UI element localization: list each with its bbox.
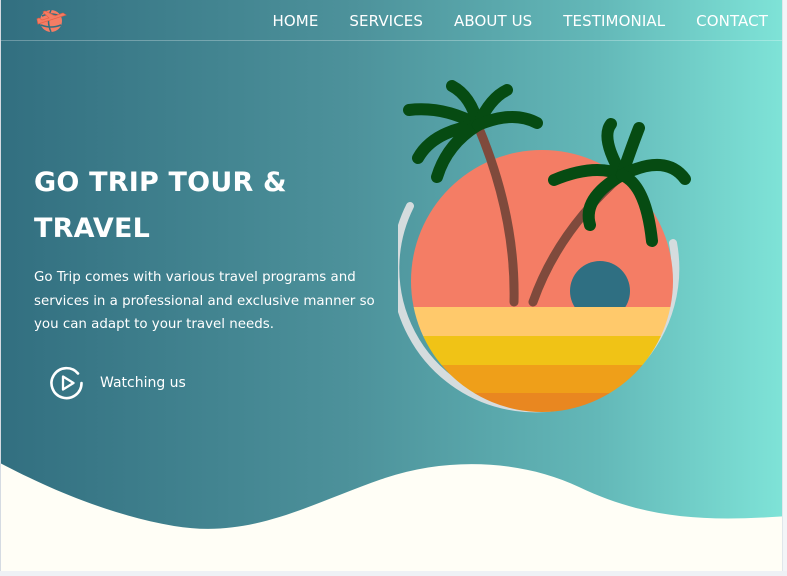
hero-section: HOME SERVICES ABOUT US TESTIMONIAL CONTA… [0,0,787,576]
window-bottom-border [0,571,787,576]
nav-services-link[interactable]: SERVICES [349,12,423,30]
hero-title: GO TRIP TOUR & TRAVEL [34,167,287,244]
nav-about-us-link[interactable]: ABOUT US [454,12,532,30]
page: HOME SERVICES ABOUT US TESTIMONIAL CONTA… [0,0,787,576]
watching-us-label: Watching us [100,374,186,391]
nav-links: HOME SERVICES ABOUT US TESTIMONIAL CONTA… [273,0,768,41]
hero-description: Go Trip comes with various travel progra… [34,270,375,332]
nav-home-link[interactable]: HOME [273,12,319,30]
watching-us-button[interactable]: Watching us [49,364,186,401]
airplane-globe-icon[interactable] [35,7,69,35]
nav-contact-link[interactable]: CONTACT [696,12,768,30]
palm-beach-sunset-icon [398,80,691,413]
window-left-border [0,0,1,576]
window-right-border [782,0,787,576]
nav-testimonial-link[interactable]: TESTIMONIAL [563,12,665,30]
play-circle-icon [50,366,83,399]
top-navigation: HOME SERVICES ABOUT US TESTIMONIAL CONTA… [1,0,782,41]
